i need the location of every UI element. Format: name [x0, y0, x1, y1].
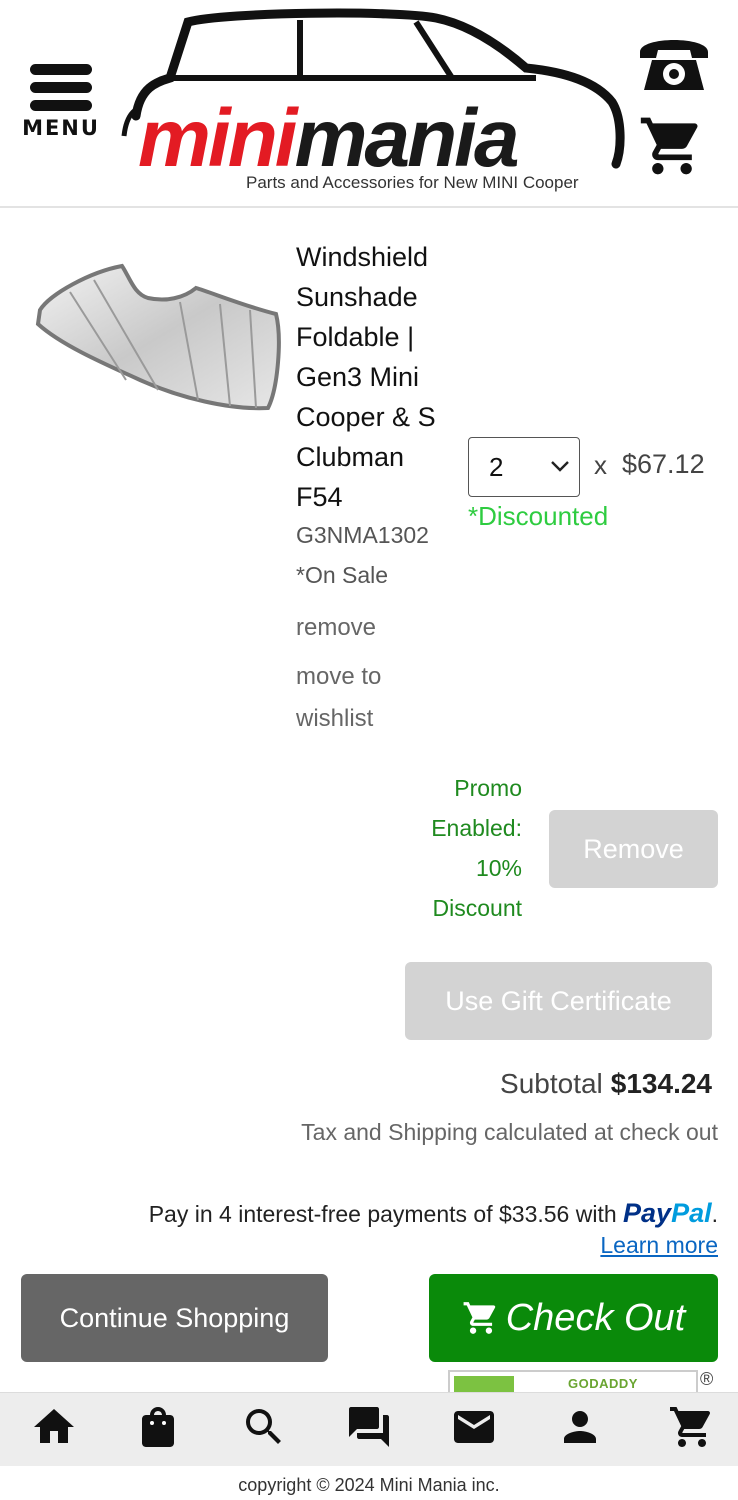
paypal-logo: PayPal	[623, 1198, 712, 1228]
search-icon[interactable]	[240, 1403, 288, 1451]
copyright-text: copyright © 2024 Mini Mania inc.	[238, 1475, 500, 1495]
site-logo[interactable]: minimania Parts and Accessories for New …	[116, 8, 632, 198]
logo-wordmark: minimania	[138, 98, 520, 180]
paypal-period: .	[711, 1201, 718, 1227]
chat-icon[interactable]	[345, 1403, 393, 1451]
continue-shopping-button[interactable]: Continue Shopping	[21, 1274, 328, 1362]
account-icon[interactable]	[556, 1403, 604, 1451]
mail-icon[interactable]	[450, 1403, 498, 1451]
phone-icon[interactable]	[636, 30, 712, 94]
subtotal-value: $134.24	[610, 1068, 712, 1099]
remove-promo-button[interactable]: Remove	[549, 810, 718, 888]
quantity-select[interactable]: 2	[468, 437, 580, 497]
discount-note: *Discounted	[468, 501, 609, 531]
remove-item-link[interactable]: remove	[296, 614, 376, 642]
logo-tagline: Parts and Accessories for New MINI Coope…	[246, 173, 579, 192]
paypal-logo-part1: Pay	[623, 1198, 672, 1228]
checkout-label: Check Out	[505, 1296, 686, 1339]
home-icon[interactable]	[30, 1403, 78, 1451]
move-to-wishlist-link[interactable]: move to wishlist	[296, 656, 436, 740]
cart-icon	[463, 1302, 495, 1334]
paypal-logo-part2: Pal	[671, 1198, 712, 1228]
logo-wordmark-dark: mania	[294, 93, 520, 184]
cart-icon[interactable]	[668, 1403, 716, 1451]
product-sku: G3NMA1302	[296, 522, 429, 548]
paypal-pay-in-4: Pay in 4 interest-free payments of $33.5…	[149, 1198, 718, 1229]
logo-wordmark-red: mini	[138, 93, 298, 184]
godaddy-seal-text: GODADDY	[568, 1376, 638, 1391]
bottom-nav	[0, 1392, 738, 1466]
menu-label: MENU	[22, 116, 100, 140]
use-gift-certificate-button[interactable]: Use Gift Certificate	[405, 962, 712, 1040]
shopping-bag-icon[interactable]	[134, 1403, 182, 1451]
paypal-learn-more-link[interactable]: Learn more	[600, 1232, 718, 1259]
subtotal-label: Subtotal	[500, 1068, 603, 1099]
subtotal: Subtotal $134.24	[500, 1068, 712, 1100]
checkout-button[interactable]: Check Out	[429, 1274, 718, 1362]
multiply-sign: x	[594, 450, 607, 480]
product-image[interactable]	[30, 258, 284, 418]
menu-icon-bar	[30, 82, 92, 93]
quantity-value: 2	[489, 452, 504, 482]
on-sale-note: *On Sale	[296, 562, 389, 588]
menu-icon	[30, 64, 92, 75]
unit-price: $67.12	[622, 449, 705, 479]
paypal-text: Pay in 4 interest-free payments of $33.5…	[148, 1201, 617, 1227]
product-title[interactable]: Windshield Sunshade Foldable | Gen3 Mini…	[296, 237, 456, 517]
tax-shipping-note: Tax and Shipping calculated at check out	[301, 1119, 718, 1145]
promo-status: Promo Enabled: 10% Discount	[431, 775, 522, 921]
footer: copyright © 2024 Mini Mania inc.	[0, 1466, 738, 1500]
chevron-down-icon	[551, 461, 569, 472]
cart-icon[interactable]	[638, 112, 706, 180]
menu-button[interactable]: MENU	[22, 62, 100, 142]
menu-icon-bar	[30, 100, 92, 111]
site-header: MENU minimania Parts and Accessories for…	[0, 0, 738, 208]
registered-mark: ®	[700, 1369, 714, 1389]
